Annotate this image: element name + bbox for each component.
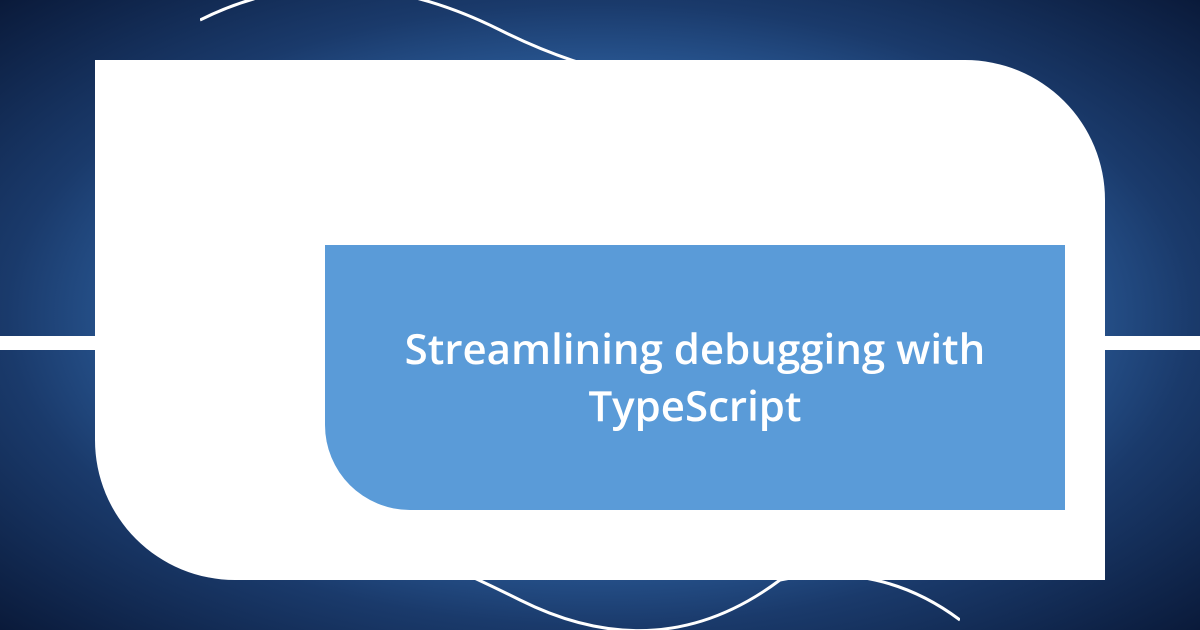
- outer-white-frame: Streamlining debugging with TypeScript: [95, 60, 1105, 580]
- banner-title: Streamlining debugging with TypeScript: [385, 321, 1005, 434]
- banner-canvas: Streamlining debugging with TypeScript: [0, 0, 1200, 630]
- inner-blue-panel: Streamlining debugging with TypeScript: [325, 245, 1065, 510]
